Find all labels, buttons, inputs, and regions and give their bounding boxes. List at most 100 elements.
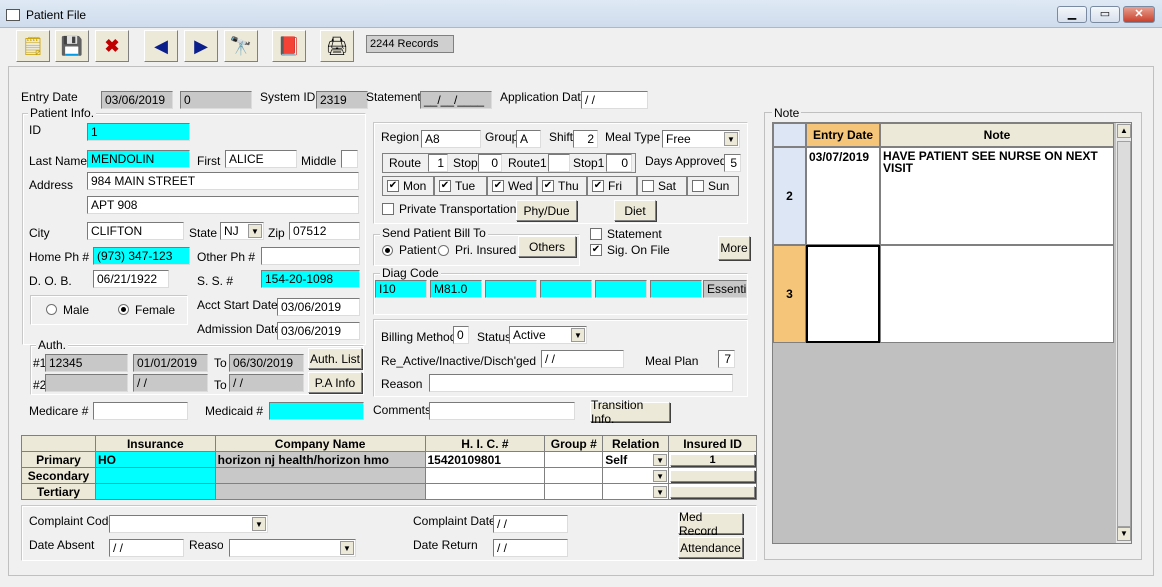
auth1-from-field[interactable]: 01/01/2019 xyxy=(133,354,208,372)
acct-start-field[interactable]: 03/06/2019 xyxy=(277,298,360,316)
meal-plan-field[interactable]: 7 xyxy=(718,350,735,368)
chevron-down-icon[interactable]: ▼ xyxy=(571,328,585,342)
diag-code-2[interactable]: M81.0 xyxy=(430,280,482,298)
secondary-group-cell[interactable] xyxy=(544,467,604,484)
primary-group-cell[interactable] xyxy=(544,451,604,468)
address-line2-field[interactable]: APT 908 xyxy=(87,196,359,214)
date-return-field[interactable]: / / xyxy=(493,539,568,557)
secondary-insurance-cell[interactable] xyxy=(94,467,216,484)
female-radio[interactable] xyxy=(118,304,129,315)
more-button[interactable]: More xyxy=(718,236,750,260)
tertiary-company-cell[interactable] xyxy=(214,483,426,500)
billing-method-field[interactable]: 0 xyxy=(453,326,469,344)
chevron-down-icon[interactable]: ▼ xyxy=(653,470,668,482)
status-select[interactable]: Active ▼ xyxy=(509,326,587,344)
last-name-field[interactable]: MENDOLIN xyxy=(87,150,190,168)
print-button[interactable]: 🖨 xyxy=(320,30,354,62)
home-phone-field[interactable]: (973) 347-123 xyxy=(93,247,190,265)
diag-code-6[interactable] xyxy=(650,280,702,298)
male-radio[interactable] xyxy=(46,304,57,315)
maximize-button[interactable]: ▭ xyxy=(1090,6,1120,23)
middle-field[interactable] xyxy=(341,150,358,168)
comments-field[interactable] xyxy=(429,402,575,420)
day-thu-checkbox[interactable]: ✔ xyxy=(542,180,554,192)
dob-field[interactable]: 06/21/1922 xyxy=(93,270,169,288)
day-fri-checkbox[interactable]: ✔ xyxy=(592,180,604,192)
system-id-field[interactable]: 2319 xyxy=(316,91,368,109)
first-name-field[interactable]: ALICE xyxy=(225,150,297,168)
complaint-date-field[interactable]: / / xyxy=(493,515,568,533)
diet-button[interactable]: Diet xyxy=(614,200,656,221)
bill-pri-insured-radio[interactable] xyxy=(438,245,449,256)
day-mon[interactable]: ✔ Mon xyxy=(382,176,434,196)
day-wed-checkbox[interactable]: ✔ xyxy=(492,180,504,192)
day-mon-checkbox[interactable]: ✔ xyxy=(387,180,399,192)
tertiary-insured-id-cell[interactable] xyxy=(668,483,757,500)
diag-code-4[interactable] xyxy=(540,280,592,298)
notes-scrollbar[interactable]: ▲ ▼ xyxy=(1115,123,1131,543)
next-button[interactable]: ▶ xyxy=(184,30,218,62)
save-button[interactable]: 💾 xyxy=(55,30,89,62)
auth-list-button[interactable]: Auth. List xyxy=(308,348,362,369)
day-tue-checkbox[interactable]: ✔ xyxy=(439,180,451,192)
med-record-button[interactable]: Med Record xyxy=(678,510,743,538)
day-fri[interactable]: ✔ Fri xyxy=(587,176,637,196)
address-line1-field[interactable]: 984 MAIN STREET xyxy=(87,172,359,190)
zip-field[interactable]: 07512 xyxy=(289,222,360,240)
secondary-company-cell[interactable] xyxy=(214,467,426,484)
id-field[interactable]: 1 xyxy=(87,123,190,141)
chevron-down-icon[interactable]: ▼ xyxy=(653,486,668,498)
others-button[interactable]: Others xyxy=(518,236,576,257)
transition-info-button[interactable]: Transition Info. xyxy=(590,398,670,426)
application-date-field[interactable]: / / xyxy=(581,91,648,109)
note-entry-date-cell[interactable]: 03/07/2019 xyxy=(806,147,880,245)
note-entry-date-cell[interactable] xyxy=(806,245,880,343)
day-wed[interactable]: ✔ Wed xyxy=(487,176,537,196)
days-approved-field[interactable]: 5 xyxy=(724,154,741,172)
secondary-insured-id-button[interactable] xyxy=(670,469,755,482)
group-field[interactable]: A xyxy=(516,130,541,148)
secondary-relation-cell[interactable]: ▼ xyxy=(602,467,670,484)
meal-type-select[interactable]: Free ▼ xyxy=(662,130,740,148)
complaint-code-select[interactable]: ▼ xyxy=(109,515,268,533)
tertiary-group-cell[interactable] xyxy=(544,483,604,500)
stop1-field[interactable]: 0 xyxy=(606,154,632,172)
complaint-reason-select[interactable]: ▼ xyxy=(229,539,356,557)
day-sun-checkbox[interactable] xyxy=(692,180,704,192)
minimize-button[interactable]: ▁ xyxy=(1057,6,1087,23)
primary-relation-cell[interactable]: Self ▼ xyxy=(602,451,670,468)
ssn-field[interactable]: 154-20-1098 xyxy=(261,270,360,288)
private-transport-checkbox[interactable] xyxy=(382,203,394,215)
statement-checkbox[interactable] xyxy=(590,228,602,240)
tertiary-hic-cell[interactable] xyxy=(424,483,546,500)
other-phone-field[interactable] xyxy=(261,247,360,265)
auth1-to-field[interactable]: 06/30/2019 xyxy=(229,354,304,372)
primary-hic-cell[interactable]: 15420109801 xyxy=(424,451,546,468)
auth2-number-field[interactable] xyxy=(45,374,128,392)
day-tue[interactable]: ✔ Tue xyxy=(434,176,487,196)
pa-info-button[interactable]: P.A Info xyxy=(308,372,362,393)
find-button[interactable]: 🔭 xyxy=(224,30,258,62)
primary-insured-id-button[interactable]: 1 xyxy=(670,453,755,466)
reactive-date-field[interactable]: / / xyxy=(541,350,624,368)
reason-field[interactable] xyxy=(429,374,733,392)
delete-button[interactable]: ✖ xyxy=(95,30,129,62)
tertiary-relation-cell[interactable]: ▼ xyxy=(602,483,670,500)
phy-due-button[interactable]: Phy/Due xyxy=(516,200,577,221)
city-field[interactable]: CLIFTON xyxy=(87,222,184,240)
chevron-down-icon[interactable]: ▼ xyxy=(724,132,738,146)
chevron-down-icon[interactable]: ▼ xyxy=(653,454,668,466)
diag-code-1[interactable]: I10 xyxy=(375,280,427,298)
scroll-up-icon[interactable]: ▲ xyxy=(1117,124,1131,138)
day-sat-checkbox[interactable] xyxy=(642,180,654,192)
stop-field[interactable]: 0 xyxy=(478,154,502,172)
note-text-cell[interactable]: HAVE PATIENT SEE NURSE ON NEXT VISIT xyxy=(880,147,1114,245)
sig-on-file-checkbox[interactable]: ✔ xyxy=(590,244,602,256)
auth2-to-field[interactable]: / / xyxy=(229,374,304,392)
auth2-from-field[interactable]: / / xyxy=(133,374,208,392)
entry-extra-field[interactable]: 0 xyxy=(180,91,252,109)
chevron-down-icon[interactable]: ▼ xyxy=(248,224,262,238)
secondary-hic-cell[interactable] xyxy=(424,467,546,484)
entry-date-field[interactable]: 03/06/2019 xyxy=(101,91,173,109)
scroll-down-icon[interactable]: ▼ xyxy=(1117,527,1131,541)
